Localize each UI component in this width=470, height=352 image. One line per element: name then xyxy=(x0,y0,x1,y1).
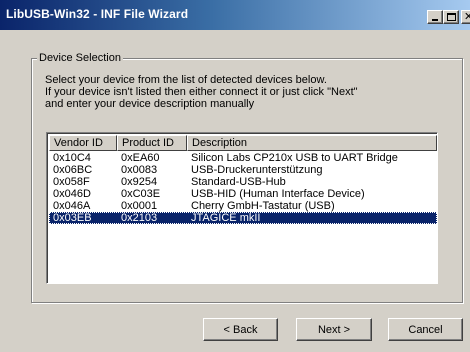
list-row[interactable]: 0x10C4 0xEA60 Silicon Labs CP210x USB to… xyxy=(49,152,437,164)
vendor-id-cell: 0x06BC xyxy=(53,164,93,176)
close-icon: ✕ xyxy=(464,11,470,23)
description-cell: Silicon Labs CP210x USB to UART Bridge xyxy=(191,152,398,164)
group-label: Device Selection xyxy=(37,52,123,64)
product-id-cell: 0x0001 xyxy=(121,200,158,212)
minimize-icon xyxy=(432,19,438,21)
list-header: Vendor ID Product ID Description xyxy=(49,135,437,151)
instruction-line: If your device isn't listed then either … xyxy=(45,86,358,98)
description-cell: Cherry GmbH-Tastatur (USB) xyxy=(191,200,335,212)
column-header-vendor-id[interactable]: Vendor ID xyxy=(49,135,117,151)
list-row-selected[interactable]: 0x03EB 0x2103 JTAGICE mkII xyxy=(49,212,437,224)
list-row[interactable]: 0x046D 0xC03E USB-HID (Human Interface D… xyxy=(49,188,437,200)
product-id-cell: 0x0083 xyxy=(121,164,158,176)
description-cell: Standard-USB-Hub xyxy=(191,176,286,188)
minimize-button[interactable] xyxy=(427,10,443,24)
close-button[interactable]: ✕ xyxy=(461,10,470,24)
back-button[interactable]: < Back xyxy=(203,318,278,341)
product-id-cell: 0xEA60 xyxy=(121,152,160,164)
description-cell: USB-HID (Human Interface Device) xyxy=(191,188,365,200)
list-row[interactable]: 0x06BC 0x0083 USB-Druckerunterstützung xyxy=(49,164,437,176)
list-rows: 0x10C4 0xEA60 Silicon Labs CP210x USB to… xyxy=(49,152,437,224)
vendor-id-cell: 0x046A xyxy=(53,200,91,212)
device-list[interactable]: Vendor ID Product ID Description 0x10C4 … xyxy=(46,132,438,284)
instructions-text: Select your device from the list of dete… xyxy=(45,74,358,110)
vendor-id-cell: 0x046D xyxy=(53,188,91,200)
window-title: LibUSB-Win32 - INF File Wizard xyxy=(6,7,189,21)
instruction-line: Select your device from the list of dete… xyxy=(45,74,327,86)
instruction-line: and enter your device description manual… xyxy=(45,98,255,110)
vendor-id-cell: 0x058F xyxy=(53,176,90,188)
product-id-cell: 0xC03E xyxy=(121,188,161,200)
wizard-window: LibUSB-Win32 - INF File Wizard ✕ Device … xyxy=(0,0,470,352)
vendor-id-cell: 0x10C4 xyxy=(53,152,91,164)
description-cell: JTAGICE mkII xyxy=(191,212,261,224)
column-header-product-id[interactable]: Product ID xyxy=(117,135,187,151)
maximize-icon xyxy=(447,13,456,21)
vendor-id-cell: 0x03EB xyxy=(53,212,92,224)
product-id-cell: 0x2103 xyxy=(121,212,158,224)
list-row[interactable]: 0x058F 0x9254 Standard-USB-Hub xyxy=(49,176,437,188)
product-id-cell: 0x9254 xyxy=(121,176,158,188)
description-cell: USB-Druckerunterstützung xyxy=(191,164,323,176)
title-bar[interactable]: LibUSB-Win32 - INF File Wizard ✕ xyxy=(0,0,470,30)
list-row[interactable]: 0x046A 0x0001 Cherry GmbH-Tastatur (USB) xyxy=(49,200,437,212)
cancel-button[interactable]: Cancel xyxy=(388,318,463,341)
next-button[interactable]: Next > xyxy=(296,318,372,341)
column-header-description[interactable]: Description xyxy=(187,135,437,151)
maximize-button[interactable] xyxy=(443,10,459,24)
